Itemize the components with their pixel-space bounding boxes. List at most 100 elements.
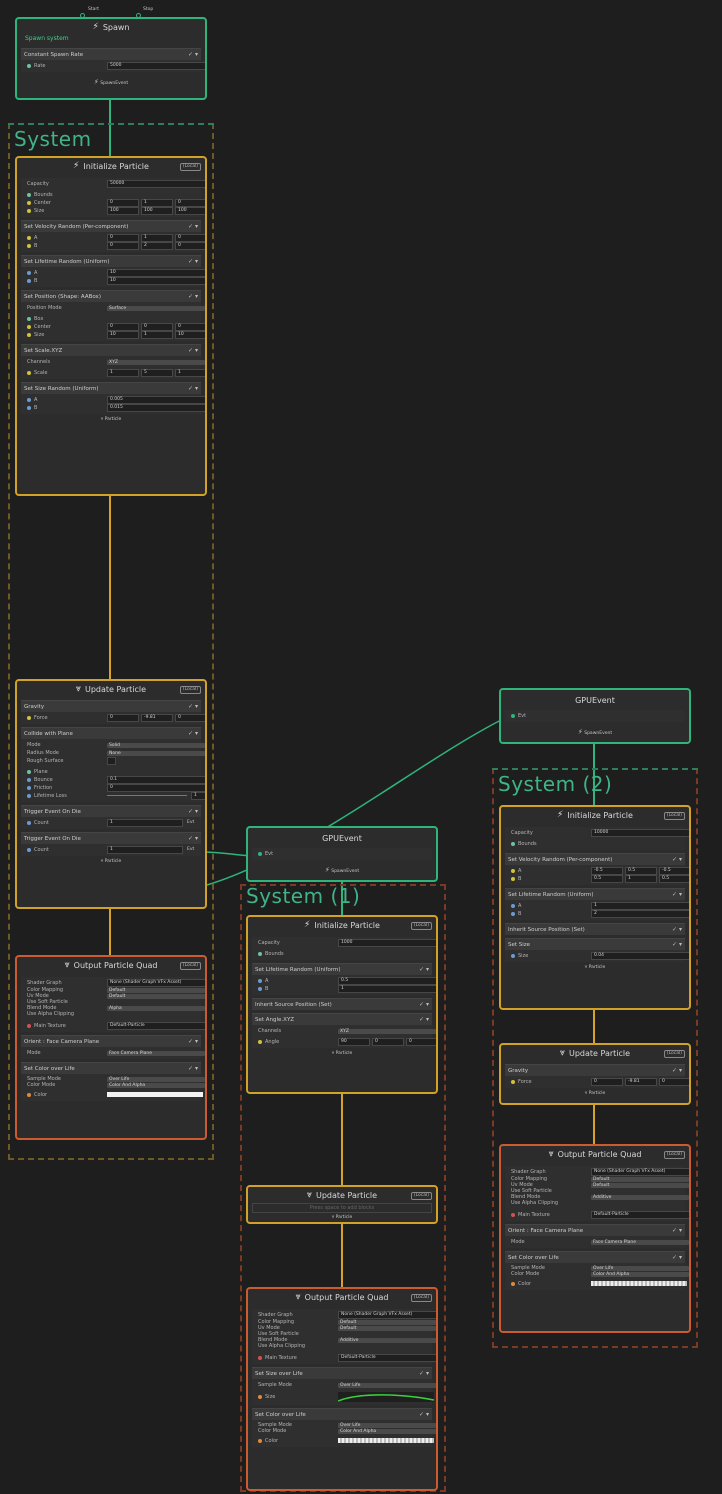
- rough-surface-checkbox[interactable]: [107, 757, 116, 765]
- output-particle-quad-context-3[interactable]: ⩔ Output Particle Quad (Local) Shader Grap…: [499, 1144, 691, 1333]
- block-toggle-icon[interactable]: ✓ ▾: [419, 966, 429, 973]
- lifetime-loss-slider[interactable]: [107, 795, 187, 796]
- block-toggle-icon[interactable]: ✓ ▾: [672, 926, 682, 933]
- size-z-field[interactable]: 100: [175, 207, 205, 215]
- block-toggle-icon[interactable]: ✓ ▾: [419, 1001, 429, 1008]
- orient-mode-select[interactable]: Face Camera Plane: [591, 1239, 689, 1245]
- collide-mode-select[interactable]: Solid: [107, 742, 205, 748]
- constant-spawn-rate-block[interactable]: Constant Spawn Rate ✓ ▾: [21, 48, 201, 60]
- block-toggle-icon[interactable]: ✓ ▾: [188, 808, 198, 815]
- force-y[interactable]: -9.81: [625, 1078, 657, 1086]
- block-toggle-icon[interactable]: ✓ ▾: [672, 941, 682, 948]
- vel-a-z[interactable]: 0: [175, 234, 205, 242]
- orient-block[interactable]: Orient : Face Camera Plane ✓ ▾: [21, 1035, 201, 1047]
- color-over-life-block[interactable]: Set Color over Life ✓ ▾: [252, 1408, 432, 1420]
- size-x-field[interactable]: 100: [107, 207, 139, 215]
- update-particle-context-1[interactable]: ⩔ Update Particle (Local) Gravity ✓ ▾ Force…: [15, 679, 207, 909]
- inherit-position-block[interactable]: Inherit Source Position (Set) ✓ ▾: [252, 998, 432, 1010]
- box-size-y[interactable]: 1: [141, 331, 173, 339]
- orient-mode-select[interactable]: Face Camera Plane: [107, 1050, 205, 1056]
- block-toggle-icon[interactable]: ✓ ▾: [672, 891, 682, 898]
- block-toggle-icon[interactable]: ✓ ▾: [188, 258, 198, 265]
- block-toggle-icon[interactable]: ✓ ▾: [419, 1411, 429, 1418]
- friction-field[interactable]: 0: [107, 784, 205, 792]
- block-toggle-icon[interactable]: ✓ ▾: [188, 51, 198, 58]
- position-mode-select[interactable]: Surface: [107, 305, 205, 311]
- color-mode-select[interactable]: Color And Alpha: [338, 1428, 436, 1434]
- trigger-event-block-1[interactable]: Trigger Event On Die ✓ ▾: [21, 805, 201, 817]
- trigger-event-block-2[interactable]: Trigger Event On Die ✓ ▾: [21, 832, 201, 844]
- uv-mode-select[interactable]: Default: [338, 1325, 436, 1331]
- size-curve[interactable]: [338, 1392, 434, 1402]
- set-position-block[interactable]: Set Position (Shape: AABox) ✓ ▾: [21, 290, 201, 302]
- force-x[interactable]: 0: [107, 714, 139, 722]
- count-field-1[interactable]: 1: [107, 819, 183, 827]
- capacity-field[interactable]: 10000: [591, 829, 689, 837]
- set-lifetime-block[interactable]: Set Lifetime Random (Uniform) ✓ ▾: [505, 888, 685, 900]
- orient-block[interactable]: Orient : Face Camera Plane ✓ ▾: [505, 1224, 685, 1236]
- life-a-field[interactable]: 10: [107, 269, 205, 277]
- box-center-z[interactable]: 0: [175, 323, 205, 331]
- color-gradient[interactable]: [107, 1092, 203, 1097]
- block-toggle-icon[interactable]: ✓ ▾: [419, 1016, 429, 1023]
- scale-y[interactable]: 5: [141, 369, 173, 377]
- set-size-block[interactable]: Set Size ✓ ▾: [505, 938, 685, 950]
- color-mode-select[interactable]: Color And Alpha: [107, 1082, 205, 1088]
- gpu-event-context-1[interactable]: GPUEvent Evt ⚡ SpawnEvent: [246, 826, 438, 882]
- vel-a-y[interactable]: 1: [141, 234, 173, 242]
- space-badge[interactable]: (Local): [410, 1294, 432, 1302]
- color-mapping-select[interactable]: Default: [591, 1176, 689, 1182]
- blend-mode-select[interactable]: Alpha: [107, 1005, 205, 1011]
- set-velocity-block[interactable]: Set Velocity Random (Per-component) ✓ ▾: [21, 220, 201, 232]
- gravity-block[interactable]: Gravity ✓ ▾: [505, 1064, 685, 1076]
- rate-field[interactable]: 5000: [107, 62, 205, 70]
- main-texture-field[interactable]: Default-Particle: [338, 1354, 436, 1362]
- radius-mode-select[interactable]: None: [107, 750, 205, 756]
- channels-select[interactable]: XYZ: [338, 1028, 436, 1034]
- block-toggle-icon[interactable]: ✓ ▾: [188, 730, 198, 737]
- life-a-field[interactable]: 1: [591, 902, 689, 910]
- life-a-field[interactable]: 0.5: [338, 977, 436, 985]
- center-x-field[interactable]: 0: [107, 199, 139, 207]
- evt-input-port[interactable]: [258, 852, 262, 856]
- vel-b-x[interactable]: 0.5: [591, 875, 623, 883]
- count-field-2[interactable]: 1: [107, 846, 183, 854]
- blend-mode-select[interactable]: Additive: [338, 1337, 436, 1343]
- space-badge[interactable]: (Local): [179, 163, 201, 171]
- block-toggle-icon[interactable]: ✓ ▾: [188, 835, 198, 842]
- life-b-field[interactable]: 10: [107, 277, 205, 285]
- force-z[interactable]: 0: [175, 714, 205, 722]
- size-b-field[interactable]: 0.015: [107, 404, 205, 412]
- set-velocity-block[interactable]: Set Velocity Random (Per-component) ✓ ▾: [505, 853, 685, 865]
- space-badge[interactable]: (Local): [663, 1050, 685, 1058]
- gravity-block[interactable]: Gravity ✓ ▾: [21, 700, 201, 712]
- add-blocks-placeholder[interactable]: Press space to add blocks: [252, 1203, 432, 1213]
- space-badge[interactable]: (Local): [663, 1151, 685, 1159]
- size-field[interactable]: 0.04: [591, 952, 689, 960]
- sample-mode-select[interactable]: Over Life: [338, 1422, 436, 1428]
- box-size-x[interactable]: 10: [107, 331, 139, 339]
- collide-plane-block[interactable]: Collide with Plane ✓ ▾: [21, 727, 201, 739]
- vel-b-z[interactable]: 0.5: [659, 875, 689, 883]
- scale-x[interactable]: 1: [107, 369, 139, 377]
- color-mapping-select[interactable]: Default: [107, 987, 205, 993]
- block-toggle-icon[interactable]: ✓ ▾: [188, 703, 198, 710]
- set-lifetime-block[interactable]: Set Lifetime Random (Uniform) ✓ ▾: [21, 255, 201, 267]
- block-toggle-icon[interactable]: ✓ ▾: [188, 385, 198, 392]
- space-badge[interactable]: (Local): [179, 686, 201, 694]
- block-toggle-icon[interactable]: ✓ ▾: [188, 1038, 198, 1045]
- capacity-field[interactable]: 50000: [107, 180, 205, 188]
- life-b-field[interactable]: 1: [338, 985, 436, 993]
- sample-mode-select[interactable]: Over Life: [591, 1265, 689, 1271]
- shader-graph-field[interactable]: None (Shader Graph VFx Asset): [591, 1168, 689, 1176]
- initialize-particle-context-1[interactable]: ⚡ Initialize Particle (Local) Capacity 5000…: [15, 156, 207, 496]
- lifetime-loss-field[interactable]: 1: [191, 792, 205, 800]
- block-toggle-icon[interactable]: ✓ ▾: [672, 1227, 682, 1234]
- initialize-particle-context-2[interactable]: ⚡ Initialize Particle (Local) Capacity 1000…: [246, 915, 438, 1094]
- update-particle-context-3[interactable]: ⩔ Update Particle (Local) Gravity ✓ ▾ Force…: [499, 1043, 691, 1105]
- block-toggle-icon[interactable]: ✓ ▾: [672, 1254, 682, 1261]
- color-over-life-block[interactable]: Set Color over Life ✓ ▾: [505, 1251, 685, 1263]
- uv-mode-select[interactable]: Default: [107, 993, 205, 999]
- shader-graph-field[interactable]: None (Shader Graph VFx Asset): [107, 979, 205, 987]
- box-size-z[interactable]: 10: [175, 331, 205, 339]
